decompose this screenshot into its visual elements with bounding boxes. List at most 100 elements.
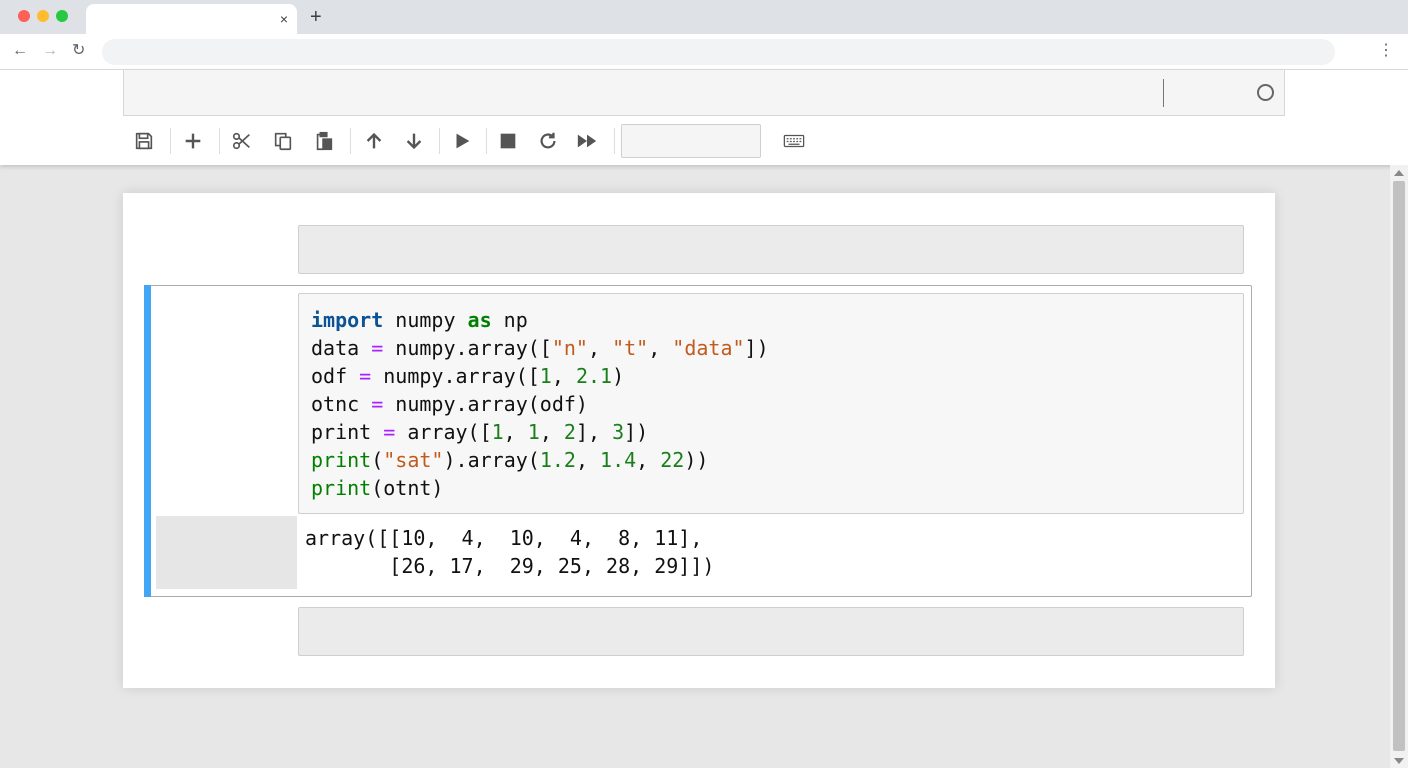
plus-icon [185, 133, 201, 149]
toolbar-divider [219, 128, 220, 154]
copy-cell-button[interactable] [267, 126, 299, 156]
insert-cell-button[interactable] [177, 126, 209, 156]
title-divider [1163, 79, 1164, 107]
restart-button[interactable] [532, 126, 564, 156]
code-editor[interactable]: import numpy as np data = numpy.array(["n… [298, 293, 1244, 514]
code-token: "data" [672, 336, 745, 360]
code-line: print = array([1, 1, 2], 3]) [311, 418, 1231, 446]
code-token: print [311, 420, 384, 444]
notebook-toolbar [123, 122, 1285, 160]
address-bar[interactable] [102, 39, 1335, 65]
arrow-down-icon [406, 133, 422, 150]
code-token: = [371, 392, 384, 416]
toolbar-divider [350, 128, 351, 154]
code-token: numpy.array([ [383, 336, 552, 360]
run-button[interactable] [446, 126, 478, 156]
cell-type-select[interactable] [621, 124, 761, 158]
notebook-page: import numpy as np data = numpy.array(["n… [123, 193, 1275, 688]
arrow-up-icon [366, 132, 382, 149]
forward-arrow-icon[interactable]: → [42, 40, 58, 62]
toolbar-divider [486, 128, 487, 154]
back-arrow-icon[interactable]: ← [12, 40, 28, 62]
empty-cell-below[interactable] [298, 607, 1244, 656]
code-token: otnc [311, 392, 372, 416]
toolbar-divider [439, 128, 440, 154]
code-token: import [311, 308, 384, 332]
code-token: "n" [551, 336, 588, 360]
toolbar-divider [170, 128, 171, 154]
copy-icon [274, 132, 292, 151]
keyboard-icon [783, 134, 805, 148]
code-token: , [503, 420, 528, 444]
cell-output: array([[10, 4, 10, 4, 8, 11], [26, 17, 2… [305, 526, 715, 578]
code-token: ]) [624, 420, 649, 444]
code-token: )) [684, 448, 709, 472]
browser-tab[interactable]: × [86, 4, 297, 34]
move-down-button[interactable] [398, 126, 430, 156]
browser-navbar: ← → ↻ ⋮ [0, 34, 1408, 70]
code-token: data [311, 336, 372, 360]
close-window-button[interactable] [18, 10, 30, 22]
code-token: numpy.array(odf) [383, 392, 588, 416]
maximize-window-button[interactable] [56, 10, 68, 22]
code-token: print [311, 448, 372, 472]
vertical-scrollbar[interactable] [1390, 165, 1408, 768]
code-token: np [491, 308, 528, 332]
browser-tabstrip: × + [0, 0, 1408, 34]
cell-selection-bar [144, 285, 151, 597]
code-token: numpy.array([ [371, 364, 540, 388]
command-palette-button[interactable] [778, 126, 810, 156]
code-token: , [539, 420, 564, 444]
code-token: , [636, 448, 661, 472]
scissors-icon [232, 132, 250, 150]
code-token: 2.1 [575, 364, 613, 388]
code-token: , [648, 336, 673, 360]
stop-icon [500, 133, 516, 149]
scroll-down-icon[interactable] [1394, 758, 1404, 764]
save-button[interactable] [128, 126, 160, 156]
code-line: print("sat").array(1.2, 1.4, 22)) [311, 446, 1231, 474]
restart-icon [540, 132, 556, 149]
code-token: "t" [612, 336, 649, 360]
notebook-title-bar [123, 70, 1285, 116]
code-token: ) [612, 364, 625, 388]
code-token: 3 [612, 420, 625, 444]
code-token: 2 [563, 420, 576, 444]
move-up-button[interactable] [358, 126, 390, 156]
code-line: import numpy as np [311, 306, 1231, 334]
code-token: ]) [744, 336, 769, 360]
scroll-up-icon[interactable] [1394, 170, 1404, 176]
paste-cell-button[interactable] [308, 126, 340, 156]
code-line: print(otnt) [311, 474, 1231, 502]
save-icon [135, 132, 153, 150]
output-prompt-area [156, 516, 297, 589]
code-token: , [551, 364, 576, 388]
reload-icon[interactable]: ↻ [72, 40, 85, 62]
tab-close-icon[interactable]: × [280, 10, 288, 28]
toolbar-divider [614, 128, 615, 154]
code-line: odf = numpy.array([1, 2.1) [311, 362, 1231, 390]
new-tab-button[interactable]: + [310, 6, 322, 28]
code-token: as [467, 308, 492, 332]
empty-cell-above[interactable] [298, 225, 1244, 274]
code-line: data = numpy.array(["n", "t", "data"]) [311, 334, 1231, 362]
code-line: otnc = numpy.array(odf) [311, 390, 1231, 418]
code-token: ], [575, 420, 613, 444]
code-token: 1 [539, 364, 552, 388]
code-token: 1.2 [539, 448, 576, 472]
selected-code-cell[interactable]: import numpy as np data = numpy.array(["n… [144, 285, 1252, 597]
scrollbar-thumb[interactable] [1393, 181, 1405, 751]
minimize-window-button[interactable] [37, 10, 49, 22]
code-token: 22 [660, 448, 685, 472]
code-token: (otnt) [371, 476, 444, 500]
restart-run-all-button[interactable] [571, 126, 603, 156]
code-token: 1 [491, 420, 504, 444]
cut-cell-button[interactable] [226, 126, 258, 156]
notebook-header [0, 70, 1408, 165]
interrupt-button[interactable] [492, 126, 524, 156]
kernel-status-icon [1257, 84, 1274, 101]
code-token: ( [371, 448, 384, 472]
paste-icon [316, 131, 333, 151]
browser-menu-icon[interactable]: ⋮ [1378, 41, 1394, 61]
code-token: , [587, 336, 613, 360]
